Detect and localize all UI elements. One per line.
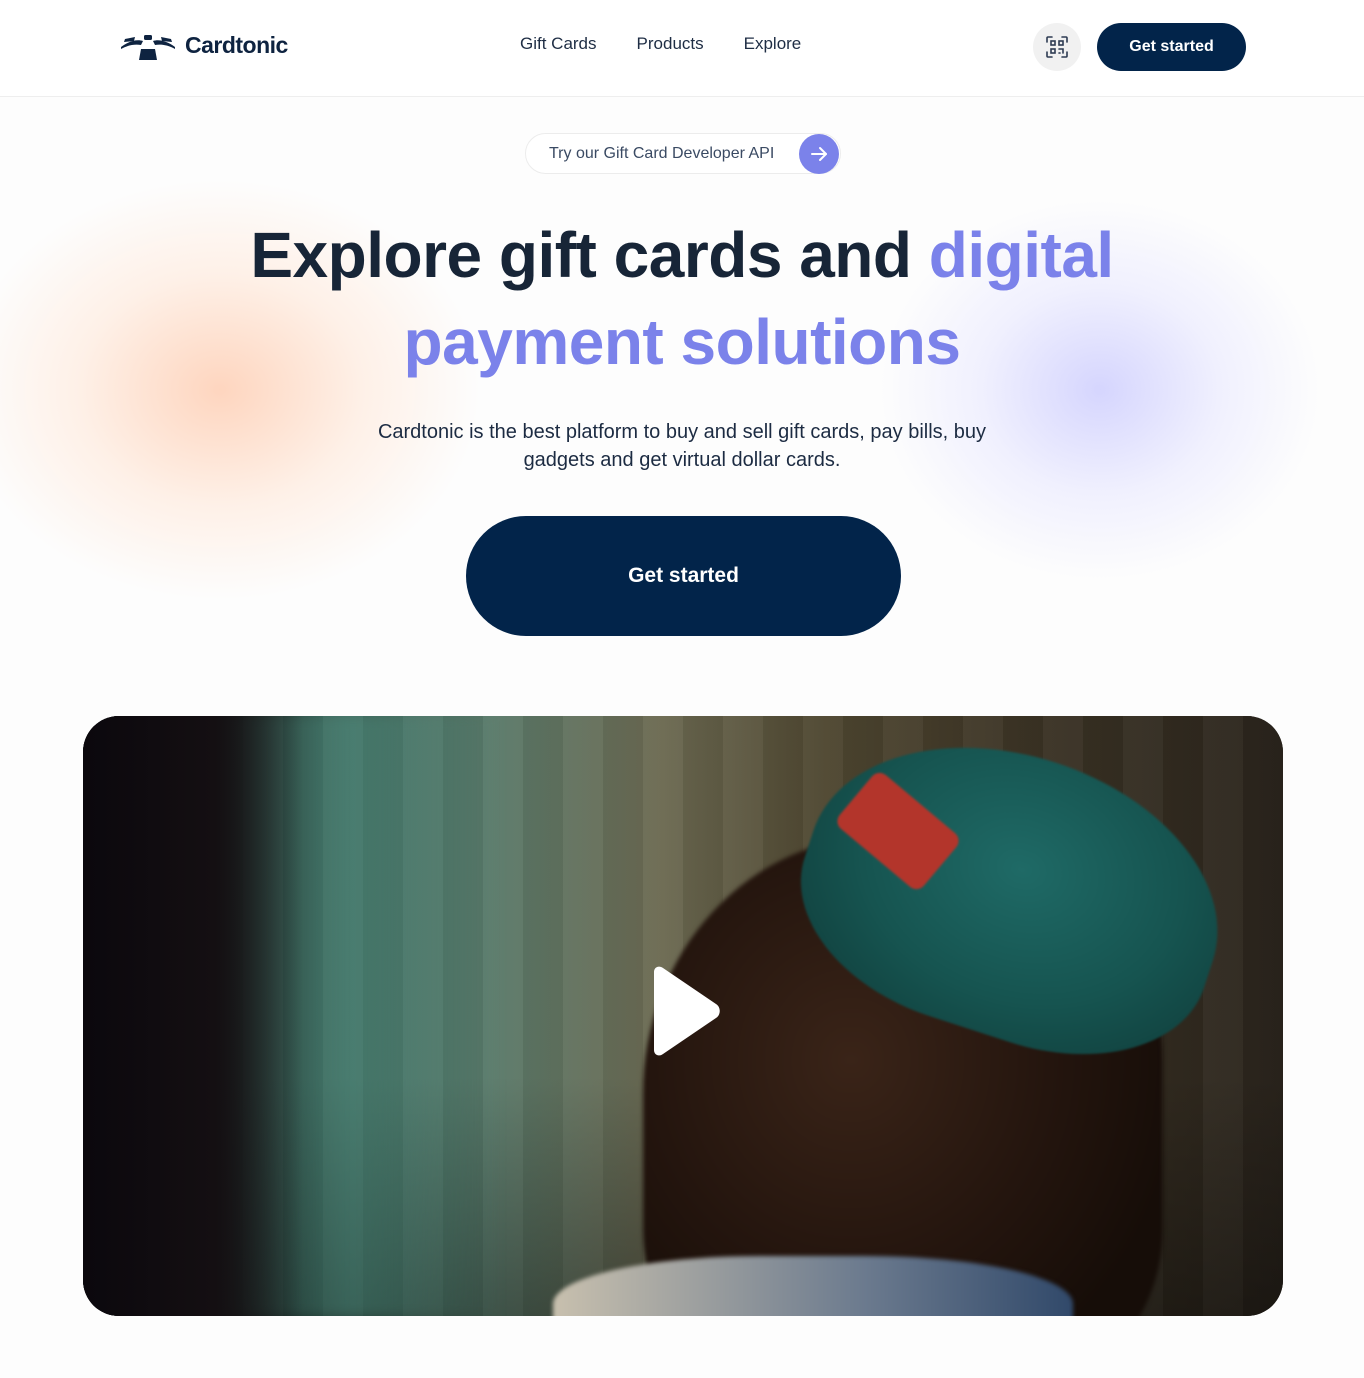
- hero-subtitle: Cardtonic is the best platform to buy an…: [377, 421, 987, 471]
- qr-scan-button[interactable]: [1033, 23, 1081, 71]
- logo-text: Cardtonic: [185, 31, 288, 58]
- hero-title: Explore gift cards and digital payment s…: [182, 212, 1182, 386]
- main-nav: Gift Cards Products Explore: [520, 34, 801, 54]
- hero-get-started-button[interactable]: Get started: [466, 516, 901, 636]
- promo-video[interactable]: [83, 716, 1283, 1316]
- qr-scan-icon: [1046, 36, 1068, 58]
- site-header: Cardtonic Gift Cards Products Explore Ge…: [0, 0, 1364, 97]
- cardtonic-logo-icon: [121, 35, 175, 60]
- play-icon[interactable]: [644, 966, 722, 1056]
- developer-api-link[interactable]: Try our Gift Card Developer API: [525, 133, 841, 174]
- header-get-started-button[interactable]: Get started: [1097, 23, 1246, 71]
- logo[interactable]: Cardtonic: [119, 28, 288, 62]
- developer-api-text: Try our Gift Card Developer API: [549, 144, 775, 162]
- nav-products[interactable]: Products: [637, 34, 704, 54]
- nav-gift-cards[interactable]: Gift Cards: [520, 34, 597, 54]
- nav-explore[interactable]: Explore: [744, 34, 802, 54]
- hero-title-main: Explore gift cards and: [250, 219, 929, 291]
- arrow-right-icon: [799, 134, 839, 174]
